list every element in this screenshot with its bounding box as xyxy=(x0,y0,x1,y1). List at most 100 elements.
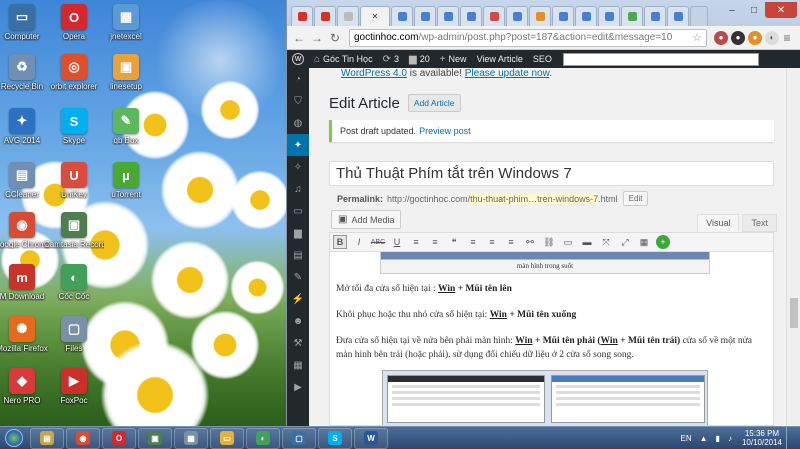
browser-tab[interactable] xyxy=(337,6,359,26)
taskbar-app-button[interactable]: ◐ xyxy=(246,427,280,449)
numbered-list-icon[interactable]: ≡ xyxy=(428,235,442,249)
add-icon[interactable]: + xyxy=(656,235,670,249)
browser-tab[interactable] xyxy=(437,6,459,26)
desktop-icon[interactable]: ▣ linesetup xyxy=(96,54,156,91)
pages-icon[interactable]: ▭ xyxy=(287,200,309,222)
taskbar-app-button[interactable]: ▢ xyxy=(282,427,316,449)
show-desktop-button[interactable] xyxy=(786,426,794,449)
desktop-icon[interactable]: µ uTorrent xyxy=(96,162,156,199)
tray-arrow-icon[interactable]: ▲ xyxy=(700,434,708,443)
forward-icon[interactable]: → xyxy=(309,30,325,46)
site-name-menu[interactable]: ⌂ Góc Tin Học xyxy=(309,50,378,68)
bullet-list-icon[interactable]: ≡ xyxy=(409,235,423,249)
network-icon[interactable]: ▮ xyxy=(716,434,720,443)
view-article-link[interactable]: View Article xyxy=(472,50,528,68)
address-bar[interactable]: goctinhoc.com/wp-admin/post.php?post=187… xyxy=(349,28,707,47)
new-tab-button[interactable] xyxy=(690,6,708,26)
desktop-icon[interactable]: S Skype xyxy=(44,108,104,145)
tab-visual[interactable]: Visual xyxy=(697,214,740,232)
fullscreen-icon[interactable]: ⤧ xyxy=(599,235,613,249)
desktop-icon[interactable]: ◐ Cốc Cốc xyxy=(44,264,104,301)
permalink-slug[interactable]: thu-thuat-phim…tren-windows-7 xyxy=(470,193,599,204)
tab-text[interactable]: Text xyxy=(742,214,777,232)
add-media-button[interactable]: ▣ Add Media xyxy=(331,210,402,229)
taskbar-app-button[interactable]: ◉ xyxy=(66,427,100,449)
appearance-icon[interactable]: ✎ xyxy=(287,266,309,288)
tab-active[interactable]: ✕ xyxy=(360,6,390,26)
comments-menu[interactable]: ▆ 20 xyxy=(404,50,435,68)
play-icon[interactable]: ▶ xyxy=(287,376,309,398)
language-indicator[interactable]: EN xyxy=(681,434,692,443)
menu-icon[interactable]: ≡ xyxy=(779,30,795,46)
feedback-icon[interactable]: ▤ xyxy=(287,244,309,266)
browser-tab[interactable] xyxy=(291,6,313,26)
desktop-icon[interactable]: ▶ FoxPoc xyxy=(44,368,104,405)
table-icon[interactable]: ▦ xyxy=(637,235,651,249)
browser-tab[interactable] xyxy=(460,6,482,26)
updates-menu[interactable]: ⟳ 3 xyxy=(378,50,404,68)
scrollbar-thumb[interactable] xyxy=(790,298,798,328)
reload-icon[interactable]: ↻ xyxy=(327,30,343,46)
distraction-free-icon[interactable]: ⤢ xyxy=(618,235,632,249)
browser-tab[interactable] xyxy=(414,6,436,26)
browser-tab[interactable] xyxy=(598,6,620,26)
taskbar-app-button[interactable]: O xyxy=(102,427,136,449)
underline-icon[interactable]: U xyxy=(390,235,404,249)
bookmark-star-icon[interactable]: ☆ xyxy=(692,31,702,44)
desktop-icon[interactable]: O Opera xyxy=(44,4,104,41)
desktop-icon[interactable]: ▦ jnetexcel xyxy=(96,4,156,41)
taskbar-app-button[interactable]: ▤ xyxy=(30,427,64,449)
extension-icon[interactable]: ◐ xyxy=(765,30,779,45)
taskbar-app-button[interactable]: ▭ xyxy=(210,427,244,449)
posts-pin-icon[interactable]: ✧ xyxy=(287,156,309,178)
extension-icon[interactable]: ● xyxy=(714,30,728,45)
clock[interactable]: 15:36 PM 10/10/2014 xyxy=(742,429,782,447)
taskbar-app-button[interactable]: ▦ xyxy=(174,427,208,449)
browser-tab[interactable] xyxy=(621,6,643,26)
desktop-icon[interactable]: ◎ orbit explorer xyxy=(44,54,104,91)
bold-icon[interactable]: B xyxy=(333,235,347,249)
insert-more-icon[interactable]: ▭ xyxy=(561,235,575,249)
post-title-input[interactable]: Thủ Thuật Phím tắt trên Windows 7 xyxy=(329,161,774,186)
add-article-button[interactable]: Add Article xyxy=(407,94,461,112)
link-icon[interactable]: ⚯ xyxy=(523,235,537,249)
comments-icon[interactable]: ▆ xyxy=(287,222,309,244)
maximize-button[interactable]: □ xyxy=(743,2,765,18)
browser-tab[interactable] xyxy=(644,6,666,26)
update-now-link[interactable]: Please update now xyxy=(465,68,550,79)
pin-icon[interactable]: ✦ xyxy=(287,134,309,156)
strikethrough-icon[interactable]: ABC xyxy=(371,235,385,249)
desktop-icon[interactable]: U UniKey xyxy=(44,162,104,199)
align-right-icon[interactable]: ≡ xyxy=(504,235,518,249)
browser-tab[interactable] xyxy=(391,6,413,26)
minimize-button[interactable]: – xyxy=(721,2,743,18)
extension-icon[interactable]: ● xyxy=(731,30,745,45)
align-left-icon[interactable]: ≡ xyxy=(466,235,480,249)
browser-tab[interactable] xyxy=(552,6,574,26)
browser-tab[interactable] xyxy=(575,6,597,26)
page-scrollbar[interactable] xyxy=(786,68,800,426)
plugins-icon[interactable]: ⚡ xyxy=(287,288,309,310)
back-icon[interactable]: ← xyxy=(291,30,307,46)
toolbar-toggle-icon[interactable]: ▬ xyxy=(580,235,594,249)
settings-icon[interactable]: ▦ xyxy=(287,354,309,376)
jetpack-icon[interactable]: ◍ xyxy=(287,112,309,134)
dashboard-icon[interactable]: ◔ xyxy=(287,68,309,90)
browser-tab[interactable] xyxy=(483,6,505,26)
browser-tab[interactable] xyxy=(529,6,551,26)
browser-tab[interactable] xyxy=(314,6,336,26)
desktop-icon[interactable]: ✎ qb Box xyxy=(96,108,156,145)
new-content-menu[interactable]: + New xyxy=(435,50,472,68)
volume-icon[interactable]: ♪ xyxy=(728,434,732,443)
wordpress-version-link[interactable]: WordPress 4.0 xyxy=(341,68,407,79)
permalink-edit-button[interactable]: Edit xyxy=(622,191,649,206)
close-icon[interactable]: ✕ xyxy=(372,12,379,21)
blockquote-icon[interactable]: ❝ xyxy=(447,235,461,249)
close-button[interactable]: ✕ xyxy=(765,2,797,18)
media-icon[interactable]: ♫ xyxy=(287,178,309,200)
seo-menu[interactable]: SEO xyxy=(528,50,557,68)
browser-tab[interactable] xyxy=(667,6,689,26)
extension-icon[interactable]: ● xyxy=(748,30,762,45)
wp-logo-menu[interactable]: W xyxy=(287,50,309,68)
desktop-icon[interactable]: ▣ Camtasia Recorder xyxy=(44,212,104,249)
